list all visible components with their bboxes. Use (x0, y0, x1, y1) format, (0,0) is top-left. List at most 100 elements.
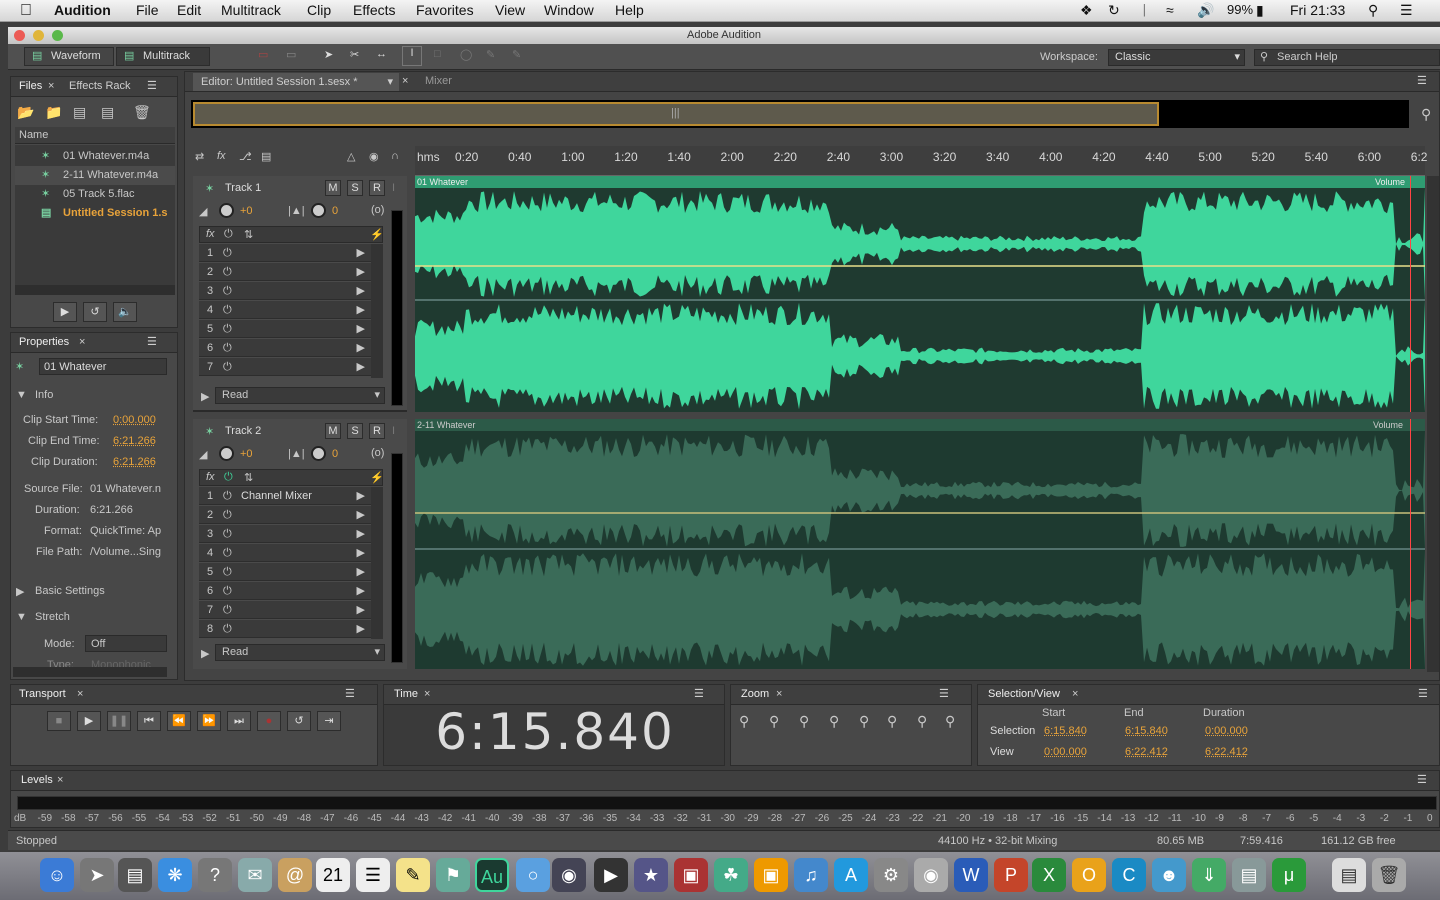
fx-icon[interactable]: fx (206, 471, 215, 483)
volume-knob[interactable] (219, 446, 234, 461)
minimize-window-icon[interactable] (33, 30, 44, 41)
fx-slot[interactable]: 1 ⏻ ▶ Channel Mixer (199, 487, 371, 505)
tab-mixer[interactable]: Mixer (425, 72, 452, 90)
ibooks-icon[interactable]: ▣ (754, 858, 788, 892)
new-file-icon[interactable]: ▤ (73, 104, 86, 121)
fx-arrow-icon[interactable]: ▶ (357, 339, 365, 357)
fx-power-icon[interactable]: ⏻ (223, 339, 232, 357)
iphoto-icon[interactable]: ☘ (714, 858, 748, 892)
help-icon[interactable]: ? (198, 858, 232, 892)
list-item[interactable]: ✶ 05 Track 5.flac (15, 185, 175, 204)
fx-slot[interactable]: 3 ⏻ ▶ (199, 525, 371, 543)
fx-arrow-icon[interactable]: ▶ (357, 263, 365, 281)
skip-selection-button[interactable]: ⇥ (317, 711, 341, 731)
automation-mode-select[interactable]: Read ▾ (215, 387, 385, 404)
tab-levels[interactable]: Levels (21, 771, 53, 789)
fx-power-icon[interactable]: ⏻ (223, 320, 232, 338)
vertical-scrollbar[interactable] (1427, 176, 1439, 672)
rewind-button[interactable]: ⏪ (167, 711, 191, 731)
fx-arrow-icon[interactable]: ▶ (357, 525, 365, 543)
safari-icon[interactable]: ❋ (158, 858, 192, 892)
menu-effects[interactable]: Effects (353, 2, 396, 18)
launchpad-icon[interactable]: ➤ (80, 858, 114, 892)
open-file-icon[interactable]: 📂 (17, 104, 34, 121)
stop-button[interactable]: ■ (47, 711, 71, 731)
slip-tool-icon[interactable]: ↔ (376, 48, 387, 60)
fx-scrollbar[interactable] (371, 487, 383, 639)
finder-icon[interactable]: ☺ (40, 858, 74, 892)
fx-power-icon[interactable]: ⏻ (223, 244, 232, 262)
fx-prefader-icon[interactable]: ⇅ (244, 228, 253, 241)
trash-icon[interactable]: 🗑 (133, 104, 151, 121)
photo-booth-icon[interactable]: ▣ (674, 858, 708, 892)
clip-titlebar[interactable]: 2-11 Whatever Volume (415, 419, 1425, 431)
fx-icon[interactable]: fx (206, 228, 215, 240)
contacts-icon[interactable]: @ (278, 858, 312, 892)
play-button[interactable]: ▶ (77, 711, 101, 731)
time-machine-icon[interactable]: ↻ (1108, 2, 1120, 19)
fx-power-icon[interactable]: ⏻ (223, 525, 232, 543)
close-icon[interactable]: × (1072, 685, 1078, 703)
record-monitor-icon[interactable]: ◉ (369, 150, 379, 163)
solo-button[interactable]: S (347, 180, 363, 196)
pan-knob[interactable] (311, 446, 326, 461)
info-header[interactable]: Info (35, 389, 53, 401)
fx-slot[interactable]: 2 ⏻ ▶ (199, 506, 371, 524)
mute-button[interactable]: M (325, 423, 341, 439)
mission-control-icon[interactable]: ▤ (118, 858, 152, 892)
fx-arrow-icon[interactable]: ▶ (357, 358, 365, 376)
razor-tool-icon[interactable]: ✂ (350, 48, 359, 61)
marquee-tool-icon[interactable]: □ (434, 48, 441, 60)
menu-app[interactable]: Audition (54, 2, 111, 18)
name-column-header[interactable]: Name (15, 127, 175, 144)
zoom-in-amplitude-icon[interactable]: ⚲ (739, 713, 749, 730)
input-monitor-icon[interactable]: I (392, 425, 395, 437)
apple-icon[interactable]:  (20, 2, 32, 20)
next-button[interactable]: ⏭ (227, 711, 251, 731)
battery-icon[interactable]: ▮ (1256, 2, 1264, 19)
play-preview-icon[interactable]: ▶ (53, 302, 77, 322)
fx-slot[interactable]: 7 ⏻ ▶ (199, 601, 371, 619)
view-start[interactable]: 0:00.000 (1044, 746, 1087, 758)
panel-menu-icon[interactable]: ☰ (147, 333, 157, 351)
calendar-icon[interactable]: 21 (316, 858, 350, 892)
loop-button[interactable]: ↺ (287, 711, 311, 731)
fx-slot[interactable]: 8 ⏻ ▶ (199, 620, 371, 638)
system-preferences-icon[interactable]: ⚙ (874, 858, 908, 892)
previous-button[interactable]: ⏮ (137, 711, 161, 731)
tab-files[interactable]: Files (19, 77, 42, 95)
solo-button[interactable]: S (347, 423, 363, 439)
menu-clip[interactable]: Clip (307, 2, 331, 18)
headphones-icon[interactable]: ∩ (391, 150, 399, 162)
zoom-window-icon[interactable] (52, 30, 63, 41)
selection-end[interactable]: 6:15.840 (1125, 725, 1168, 737)
tab-transport[interactable]: Transport (19, 685, 66, 703)
brush-tool-icon[interactable]: ✎ (486, 48, 495, 61)
pan-value[interactable]: 0 (332, 205, 338, 217)
tab-editor[interactable]: Editor: Untitled Session 1.sesx * ▾ (193, 73, 399, 91)
messages-icon[interactable]: ○ (516, 858, 550, 892)
bluetooth-icon[interactable]: ᛁ (1140, 2, 1148, 18)
fx-slot[interactable]: 2 ⏻ ▶ (199, 263, 371, 281)
list-item[interactable]: ✶ 2-11 Whatever.m4a (15, 166, 175, 185)
tab-properties[interactable]: Properties (19, 333, 69, 351)
fx-arrow-icon[interactable]: ▶ (357, 282, 365, 300)
clip-start-value[interactable]: 0:00.000 (113, 414, 156, 426)
wifi-icon[interactable]: ≈ (1166, 2, 1174, 18)
spot-healing-icon[interactable]: ✎ (512, 48, 521, 61)
track-name[interactable]: Track 1 (225, 182, 261, 194)
zoom-full-icon[interactable]: ⚲ (1421, 106, 1431, 123)
view-duration[interactable]: 6:22.412 (1205, 746, 1248, 758)
fx-slot[interactable]: 6 ⏻ ▶ (199, 582, 371, 600)
expand-arrow-icon[interactable]: ▶ (16, 585, 24, 598)
zoom-selection-icon[interactable]: ⚲ (887, 713, 897, 730)
dropbox-icon[interactable]: ❖ (1080, 2, 1093, 19)
volume-value[interactable]: +0 (240, 448, 253, 460)
pan-value[interactable]: 0 (332, 448, 338, 460)
workspace-select[interactable]: Classic ▾ (1108, 49, 1245, 66)
file-transfer-icon[interactable]: ▤ (1232, 858, 1266, 892)
itunes-icon[interactable]: ♫ (794, 858, 828, 892)
panel-menu-icon[interactable]: ☰ (1417, 771, 1427, 789)
fx-arrow-icon[interactable]: ▶ (357, 301, 365, 319)
app-store-icon[interactable]: A (834, 858, 868, 892)
